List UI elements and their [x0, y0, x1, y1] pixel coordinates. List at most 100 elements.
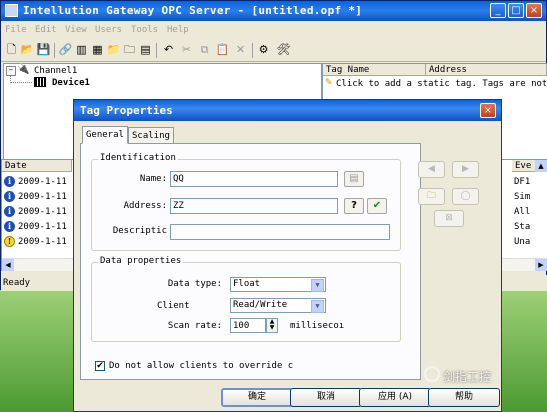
- data-type-value: Float: [233, 279, 261, 289]
- info-icon: i: [4, 221, 15, 232]
- previous-tag-button[interactable]: ◀: [418, 161, 445, 178]
- chevron-down-icon[interactable]: ▼: [311, 279, 324, 292]
- delete-tag-button[interactable]: ⊠: [434, 210, 464, 227]
- tree-device[interactable]: Device1: [52, 78, 90, 88]
- save-icon[interactable]: 💾: [36, 43, 51, 57]
- menu-bar: File Edit View Users Tools Help: [1, 22, 546, 39]
- address-help-button[interactable]: ?: [344, 198, 364, 214]
- apply-button[interactable]: 应用 (A): [359, 388, 431, 407]
- new-tag-icon[interactable]: 🗀: [122, 43, 137, 57]
- tag-group-icon[interactable]: ▤: [138, 43, 153, 57]
- menu-file[interactable]: File: [5, 25, 27, 35]
- log-event: DF1: [514, 177, 531, 187]
- warning-icon: !: [4, 236, 15, 247]
- menu-view[interactable]: View: [65, 25, 87, 35]
- column-address[interactable]: Address: [426, 64, 547, 76]
- scroll-up-icon[interactable]: ▲: [535, 160, 547, 172]
- tag-hint[interactable]: Click to add a static tag. Tags are not: [336, 79, 546, 89]
- channel-icon[interactable]: ▥: [74, 43, 89, 57]
- chevron-down-icon[interactable]: ▼: [311, 300, 324, 313]
- override-checkbox[interactable]: ✔: [95, 361, 105, 371]
- log-event: Sta: [514, 222, 531, 232]
- toolbar-separator: [156, 43, 157, 58]
- cut-icon[interactable]: ✂: [179, 43, 194, 57]
- next-tag-button[interactable]: ▶: [452, 161, 479, 178]
- data-type-select[interactable]: Float ▼: [230, 277, 326, 292]
- data-properties-group: Data properties Data type: Float ▼ Clien…: [91, 256, 401, 342]
- data-properties-label: Data properties: [98, 256, 184, 266]
- log-event: Una: [514, 237, 531, 247]
- dialog-titlebar[interactable]: Tag Properties ×: [74, 100, 501, 121]
- column-date[interactable]: Date: [2, 160, 72, 172]
- log-row[interactable]: ! 2009-1-11: [4, 235, 67, 249]
- tab-general[interactable]: General: [82, 126, 128, 144]
- new-folder-icon[interactable]: 📁: [106, 43, 121, 57]
- connect-icon[interactable]: 🔗: [58, 43, 73, 57]
- log-date: 2009-1-11: [18, 237, 67, 247]
- name-input[interactable]: QQ: [170, 171, 338, 187]
- toolbar-separator: [54, 43, 55, 58]
- address-validate-button[interactable]: ✔: [367, 198, 387, 214]
- quick-client-icon[interactable]: ⚙: [256, 43, 271, 57]
- dialog-title: Tag Properties: [80, 104, 173, 117]
- scan-rate-label: Scan rate:: [167, 321, 222, 331]
- ok-button[interactable]: 确定: [221, 388, 293, 407]
- log-date: 2009-1-11: [18, 192, 67, 202]
- scan-rate-input[interactable]: 100: [230, 318, 266, 333]
- copy-icon[interactable]: ⧉: [197, 43, 212, 57]
- delete-icon[interactable]: ✕: [233, 43, 248, 57]
- add-tag-icon: ✎: [325, 78, 333, 88]
- toolbar-separator: [252, 43, 253, 58]
- log-row[interactable]: i 2009-1-11: [4, 220, 67, 234]
- main-titlebar[interactable]: Intellution Gateway OPC Server - [untitl…: [1, 1, 546, 21]
- log-event: All: [514, 207, 531, 217]
- close-button[interactable]: ×: [526, 3, 542, 18]
- log-row[interactable]: i 2009-1-11: [4, 175, 67, 189]
- log-event: Sim: [514, 192, 531, 202]
- device-icon[interactable]: ▦: [90, 43, 105, 57]
- maximize-button[interactable]: □: [508, 3, 524, 18]
- undo-icon[interactable]: ↶: [161, 43, 176, 57]
- open-icon[interactable]: 📂: [20, 43, 35, 57]
- cancel-button[interactable]: 取消: [290, 388, 362, 407]
- device-icon: [34, 77, 46, 87]
- duplicate-tag-button[interactable]: ◯: [452, 188, 479, 205]
- info-icon: i: [4, 191, 15, 202]
- new-tag-button[interactable]: 🗀: [418, 188, 445, 205]
- address-input[interactable]: ZZ: [170, 198, 338, 214]
- log-date: 2009-1-11: [18, 207, 67, 217]
- data-type-label: Data type:: [167, 279, 222, 289]
- description-input[interactable]: [170, 224, 390, 240]
- minimize-button[interactable]: _: [490, 3, 506, 18]
- new-icon[interactable]: 🗋: [4, 43, 19, 57]
- identification-group: Identification Name: QQ ▤ Address: ZZ ? …: [91, 153, 401, 251]
- watermark-text: 剑指工控: [443, 370, 492, 384]
- channel-icon: 🔌: [17, 64, 30, 75]
- scan-rate-spinner[interactable]: ▲ ▼: [266, 318, 278, 333]
- browse-name-button[interactable]: ▤: [344, 171, 364, 187]
- scan-rate-unit: millisecoı: [290, 321, 345, 331]
- override-label: Do not allow clients to override c: [109, 361, 294, 371]
- column-tag-name[interactable]: Tag Name: [323, 64, 426, 76]
- log-row[interactable]: i 2009-1-11: [4, 205, 67, 219]
- tab-scaling[interactable]: Scaling: [128, 127, 174, 144]
- client-access-select[interactable]: Read/Write ▼: [230, 298, 326, 313]
- menu-tools[interactable]: Tools: [131, 25, 158, 35]
- name-label: Name:: [139, 174, 167, 184]
- scroll-left-icon[interactable]: ◀: [2, 259, 14, 271]
- dialog-close-button[interactable]: ×: [480, 103, 496, 118]
- log-date: 2009-1-11: [18, 222, 67, 232]
- runtime-icon[interactable]: 🛠: [276, 43, 291, 57]
- menu-users[interactable]: Users: [95, 25, 122, 35]
- scroll-right-icon[interactable]: ▶: [535, 259, 547, 271]
- log-row[interactable]: i 2009-1-11: [4, 190, 67, 204]
- help-button[interactable]: 帮助: [428, 388, 500, 407]
- menu-help[interactable]: Help: [167, 25, 189, 35]
- window-title: Intellution Gateway OPC Server - [untitl…: [23, 4, 363, 17]
- paste-icon[interactable]: 📋: [215, 43, 230, 57]
- tree-channel[interactable]: Channel1: [34, 66, 77, 76]
- menu-edit[interactable]: Edit: [35, 25, 57, 35]
- identification-label: Identification: [98, 153, 178, 163]
- client-access-value: Read/Write: [233, 300, 288, 310]
- tab-panel-general: Identification Name: QQ ▤ Address: ZZ ? …: [80, 143, 421, 380]
